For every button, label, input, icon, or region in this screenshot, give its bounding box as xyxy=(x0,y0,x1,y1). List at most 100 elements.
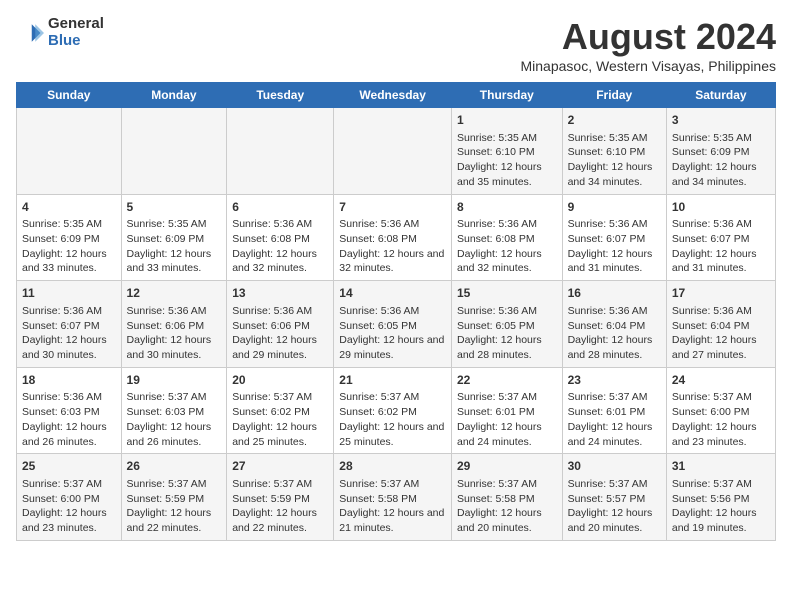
day-number: 30 xyxy=(568,458,661,475)
day-number: 26 xyxy=(127,458,222,475)
calendar-cell: 9 Sunrise: 5:36 AM Sunset: 6:07 PM Dayli… xyxy=(562,194,666,281)
day-header-saturday: Saturday xyxy=(666,83,775,108)
calendar-cell: 6 Sunrise: 5:36 AM Sunset: 6:08 PM Dayli… xyxy=(227,194,334,281)
sunset-label: Sunset: 6:08 PM xyxy=(232,233,310,245)
sunset-label: Sunset: 5:59 PM xyxy=(232,493,310,505)
logo: General Blue xyxy=(16,16,104,49)
sunrise-label: Sunrise: 5:37 AM xyxy=(568,391,648,403)
day-number: 7 xyxy=(339,199,446,216)
day-number: 31 xyxy=(672,458,770,475)
calendar-cell: 10 Sunrise: 5:36 AM Sunset: 6:07 PM Dayl… xyxy=(666,194,775,281)
day-number: 5 xyxy=(127,199,222,216)
logo-icon xyxy=(16,19,44,47)
daylight-label: Daylight: 12 hours and 20 minutes. xyxy=(568,507,653,534)
calendar-cell: 2 Sunrise: 5:35 AM Sunset: 6:10 PM Dayli… xyxy=(562,108,666,195)
sunrise-label: Sunrise: 5:37 AM xyxy=(339,478,419,490)
daylight-label: Daylight: 12 hours and 31 minutes. xyxy=(568,248,653,275)
day-number: 17 xyxy=(672,285,770,302)
sunset-label: Sunset: 5:56 PM xyxy=(672,493,750,505)
daylight-label: Daylight: 12 hours and 23 minutes. xyxy=(672,421,757,448)
sunset-label: Sunset: 6:09 PM xyxy=(22,233,100,245)
sunset-label: Sunset: 6:05 PM xyxy=(457,320,535,332)
sunrise-label: Sunrise: 5:37 AM xyxy=(339,391,419,403)
day-number: 8 xyxy=(457,199,557,216)
sunset-label: Sunset: 6:07 PM xyxy=(568,233,646,245)
calendar-cell: 4 Sunrise: 5:35 AM Sunset: 6:09 PM Dayli… xyxy=(17,194,122,281)
header-row: SundayMondayTuesdayWednesdayThursdayFrid… xyxy=(17,83,776,108)
calendar-cell: 24 Sunrise: 5:37 AM Sunset: 6:00 PM Dayl… xyxy=(666,367,775,454)
daylight-label: Daylight: 12 hours and 28 minutes. xyxy=(568,334,653,361)
sunrise-label: Sunrise: 5:36 AM xyxy=(457,305,537,317)
day-number: 3 xyxy=(672,112,770,129)
daylight-label: Daylight: 12 hours and 34 minutes. xyxy=(568,161,653,188)
sunset-label: Sunset: 6:01 PM xyxy=(457,406,535,418)
day-header-friday: Friday xyxy=(562,83,666,108)
calendar-header: SundayMondayTuesdayWednesdayThursdayFrid… xyxy=(17,83,776,108)
calendar-cell: 29 Sunrise: 5:37 AM Sunset: 5:58 PM Dayl… xyxy=(451,454,562,541)
sunrise-label: Sunrise: 5:35 AM xyxy=(672,132,752,144)
calendar-cell: 3 Sunrise: 5:35 AM Sunset: 6:09 PM Dayli… xyxy=(666,108,775,195)
day-number: 28 xyxy=(339,458,446,475)
daylight-label: Daylight: 12 hours and 27 minutes. xyxy=(672,334,757,361)
sunrise-label: Sunrise: 5:36 AM xyxy=(457,218,537,230)
day-header-thursday: Thursday xyxy=(451,83,562,108)
sunrise-label: Sunrise: 5:37 AM xyxy=(568,478,648,490)
calendar-cell: 1 Sunrise: 5:35 AM Sunset: 6:10 PM Dayli… xyxy=(451,108,562,195)
daylight-label: Daylight: 12 hours and 24 minutes. xyxy=(457,421,542,448)
daylight-label: Daylight: 12 hours and 19 minutes. xyxy=(672,507,757,534)
daylight-label: Daylight: 12 hours and 32 minutes. xyxy=(232,248,317,275)
daylight-label: Daylight: 12 hours and 33 minutes. xyxy=(22,248,107,275)
sunrise-label: Sunrise: 5:36 AM xyxy=(232,305,312,317)
logo-general: General xyxy=(48,16,104,33)
calendar-cell: 11 Sunrise: 5:36 AM Sunset: 6:07 PM Dayl… xyxy=(17,281,122,368)
day-number: 9 xyxy=(568,199,661,216)
day-number: 19 xyxy=(127,372,222,389)
week-row-0: 1 Sunrise: 5:35 AM Sunset: 6:10 PM Dayli… xyxy=(17,108,776,195)
day-number: 15 xyxy=(457,285,557,302)
calendar-cell: 17 Sunrise: 5:36 AM Sunset: 6:04 PM Dayl… xyxy=(666,281,775,368)
week-row-3: 18 Sunrise: 5:36 AM Sunset: 6:03 PM Dayl… xyxy=(17,367,776,454)
daylight-label: Daylight: 12 hours and 20 minutes. xyxy=(457,507,542,534)
sunset-label: Sunset: 6:00 PM xyxy=(22,493,100,505)
sunrise-label: Sunrise: 5:35 AM xyxy=(127,218,207,230)
calendar-cell: 5 Sunrise: 5:35 AM Sunset: 6:09 PM Dayli… xyxy=(121,194,227,281)
daylight-label: Daylight: 12 hours and 34 minutes. xyxy=(672,161,757,188)
sunset-label: Sunset: 6:09 PM xyxy=(672,146,750,158)
calendar-cell: 15 Sunrise: 5:36 AM Sunset: 6:05 PM Dayl… xyxy=(451,281,562,368)
sunrise-label: Sunrise: 5:35 AM xyxy=(22,218,102,230)
calendar-cell: 8 Sunrise: 5:36 AM Sunset: 6:08 PM Dayli… xyxy=(451,194,562,281)
week-row-4: 25 Sunrise: 5:37 AM Sunset: 6:00 PM Dayl… xyxy=(17,454,776,541)
day-number: 13 xyxy=(232,285,328,302)
subtitle: Minapasoc, Western Visayas, Philippines xyxy=(521,58,777,74)
daylight-label: Daylight: 12 hours and 26 minutes. xyxy=(127,421,212,448)
daylight-label: Daylight: 12 hours and 29 minutes. xyxy=(232,334,317,361)
calendar-body: 1 Sunrise: 5:35 AM Sunset: 6:10 PM Dayli… xyxy=(17,108,776,541)
day-number: 29 xyxy=(457,458,557,475)
sunrise-label: Sunrise: 5:37 AM xyxy=(457,391,537,403)
calendar-cell: 19 Sunrise: 5:37 AM Sunset: 6:03 PM Dayl… xyxy=(121,367,227,454)
day-number: 20 xyxy=(232,372,328,389)
daylight-label: Daylight: 12 hours and 23 minutes. xyxy=(22,507,107,534)
day-number: 11 xyxy=(22,285,116,302)
day-number: 4 xyxy=(22,199,116,216)
sunrise-label: Sunrise: 5:36 AM xyxy=(22,305,102,317)
sunset-label: Sunset: 6:08 PM xyxy=(339,233,417,245)
calendar-cell: 14 Sunrise: 5:36 AM Sunset: 6:05 PM Dayl… xyxy=(334,281,452,368)
calendar-cell: 27 Sunrise: 5:37 AM Sunset: 5:59 PM Dayl… xyxy=(227,454,334,541)
sunrise-label: Sunrise: 5:35 AM xyxy=(457,132,537,144)
sunset-label: Sunset: 6:08 PM xyxy=(457,233,535,245)
calendar-cell xyxy=(121,108,227,195)
sunrise-label: Sunrise: 5:36 AM xyxy=(672,218,752,230)
sunset-label: Sunset: 6:10 PM xyxy=(568,146,646,158)
day-header-monday: Monday xyxy=(121,83,227,108)
sunset-label: Sunset: 6:09 PM xyxy=(127,233,205,245)
calendar-cell: 28 Sunrise: 5:37 AM Sunset: 5:58 PM Dayl… xyxy=(334,454,452,541)
daylight-label: Daylight: 12 hours and 26 minutes. xyxy=(22,421,107,448)
calendar-cell xyxy=(17,108,122,195)
header: General Blue August 2024 Minapasoc, West… xyxy=(16,16,776,74)
daylight-label: Daylight: 12 hours and 30 minutes. xyxy=(22,334,107,361)
calendar-cell: 13 Sunrise: 5:36 AM Sunset: 6:06 PM Dayl… xyxy=(227,281,334,368)
day-header-tuesday: Tuesday xyxy=(227,83,334,108)
sunset-label: Sunset: 6:03 PM xyxy=(127,406,205,418)
day-number: 21 xyxy=(339,372,446,389)
